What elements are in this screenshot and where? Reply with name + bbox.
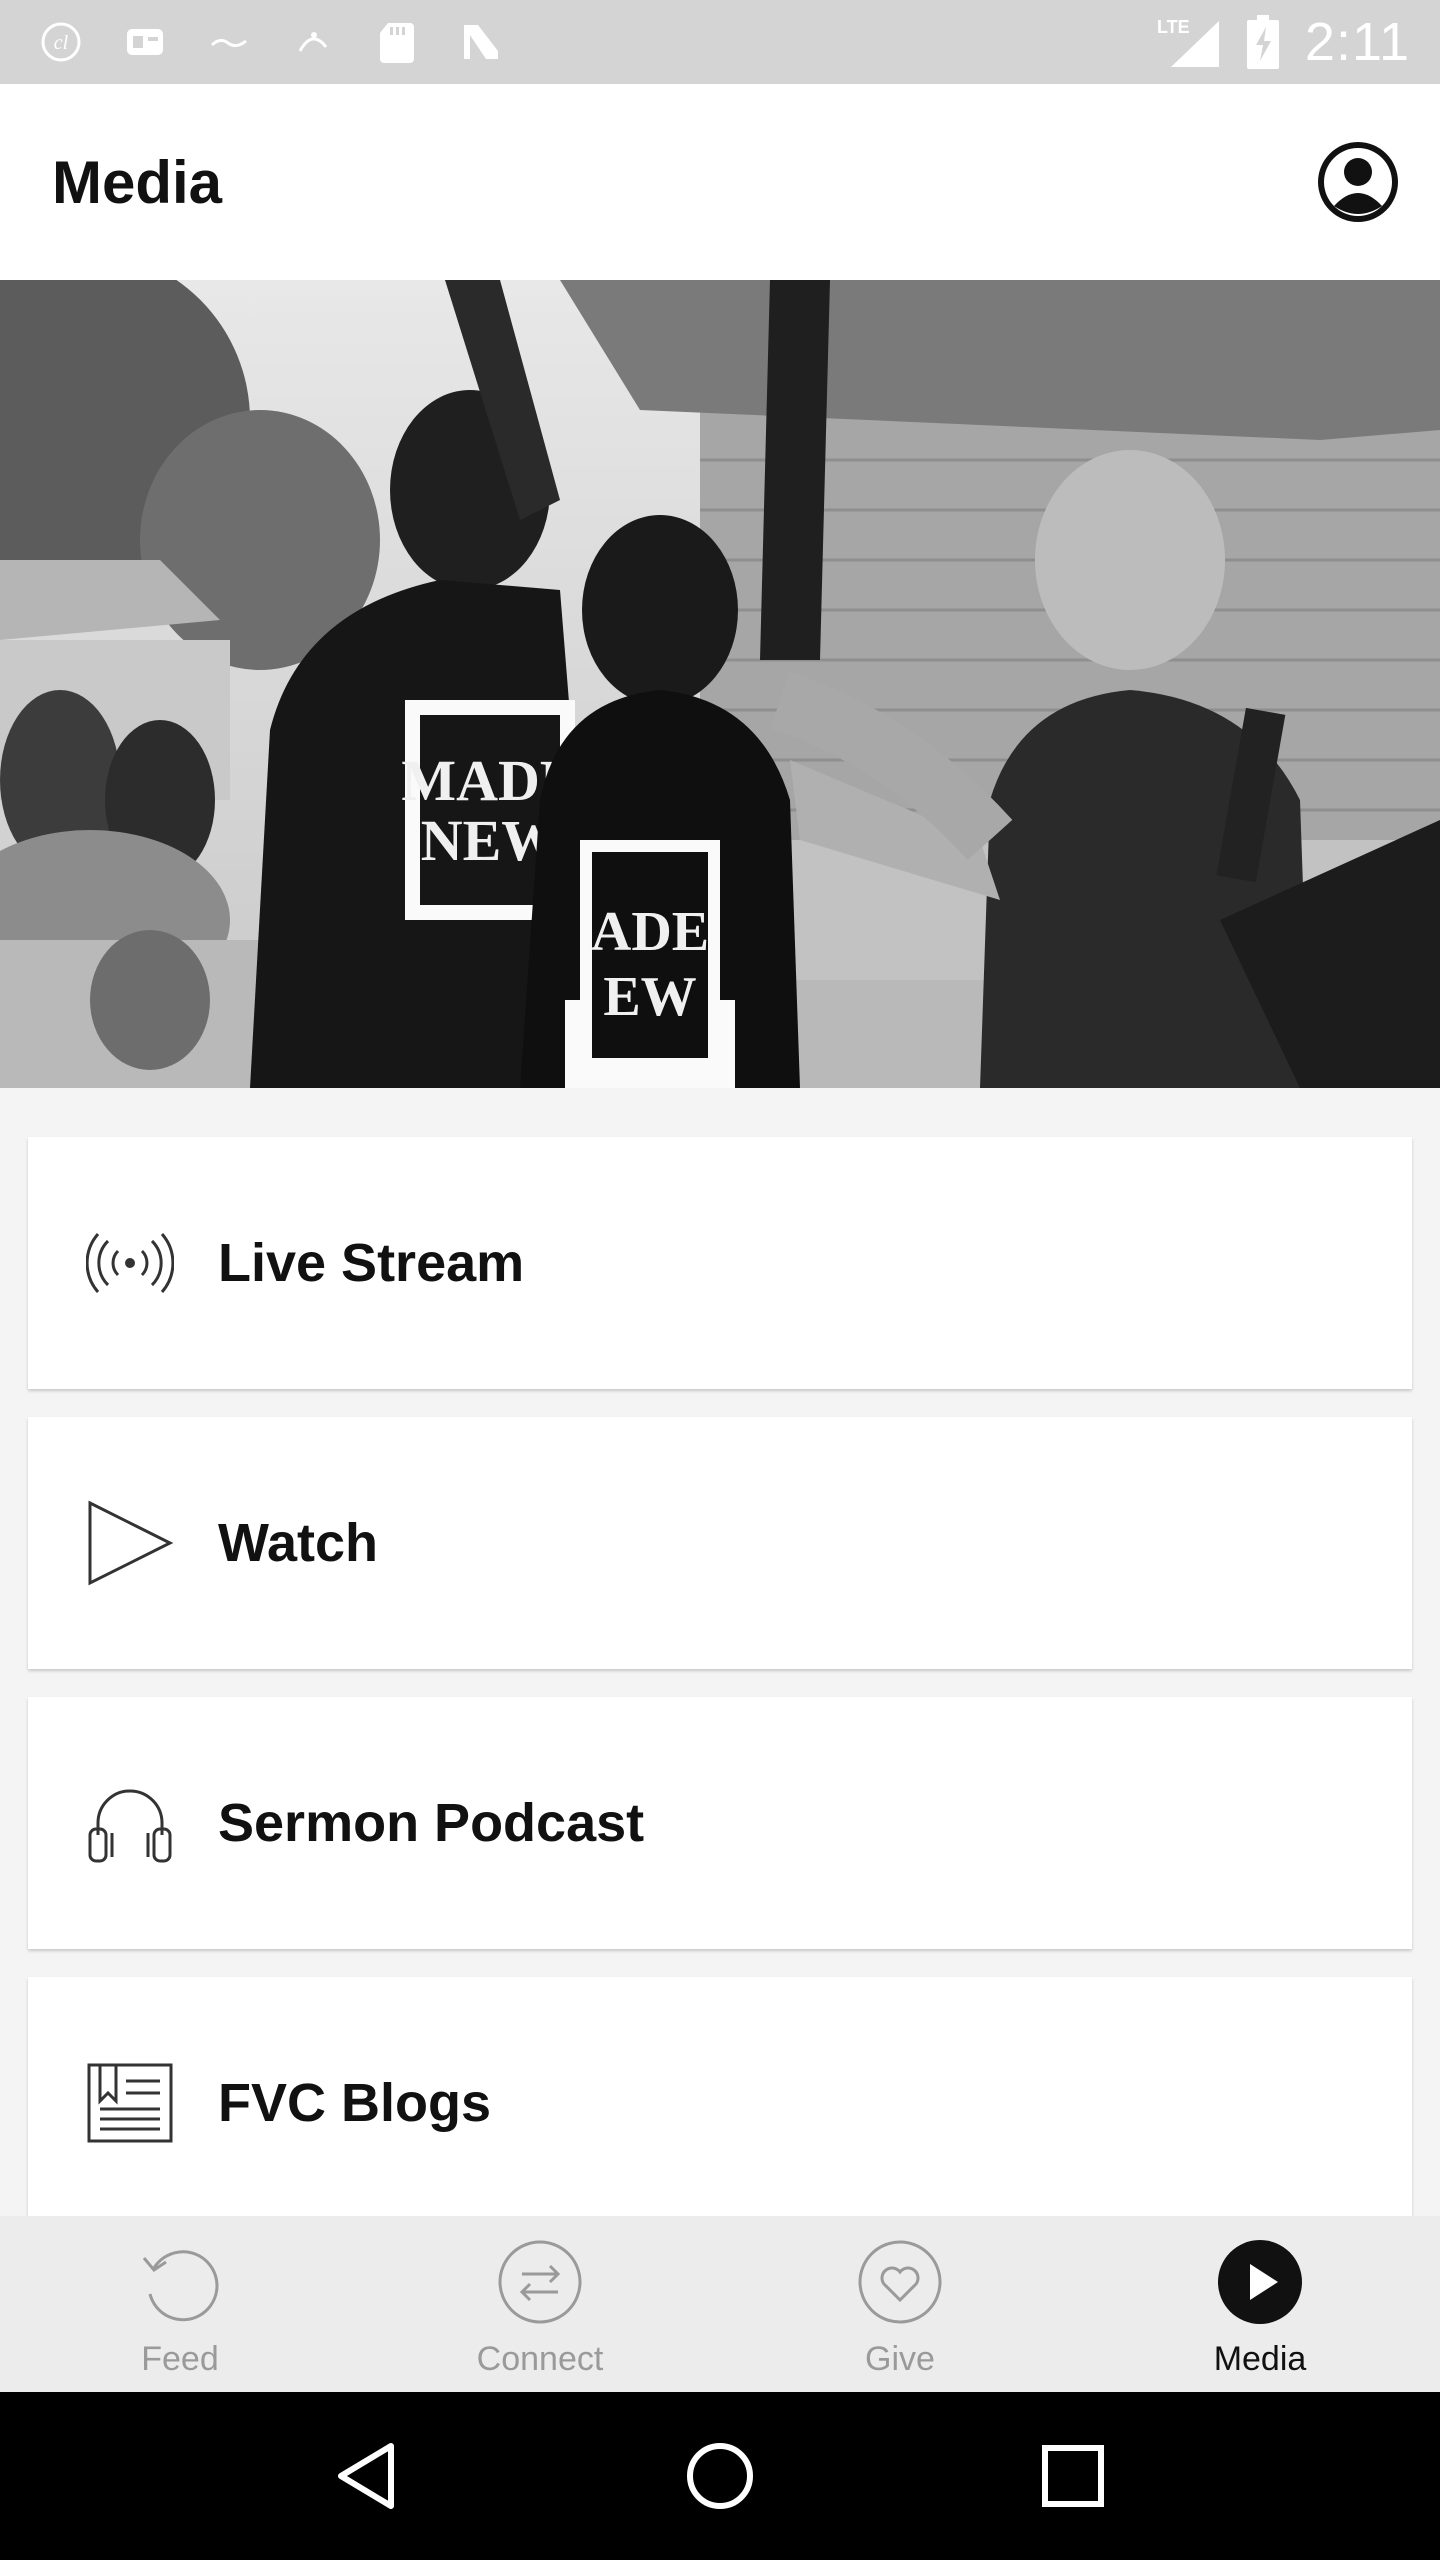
menu-item-label: Live Stream [218, 1233, 525, 1293]
recents-icon[interactable] [1033, 2436, 1113, 2516]
bottom-nav: Feed Connect Give Media [0, 2216, 1440, 2392]
menu-item-fvc-blogs[interactable]: FVC Blogs [28, 1977, 1412, 2229]
battery-charging-icon [1246, 15, 1279, 69]
system-status: LTE 2:11 [1157, 11, 1410, 73]
svg-text:LTE: LTE [1157, 17, 1190, 37]
menu-item-live-stream[interactable]: Live Stream [28, 1137, 1412, 1389]
menu-item-label: FVC Blogs [218, 2073, 492, 2133]
back-icon[interactable] [327, 2436, 407, 2516]
menu-item-label: Sermon Podcast [218, 1793, 645, 1853]
home-icon[interactable] [680, 2436, 760, 2516]
menu-item-sermon-podcast[interactable]: Sermon Podcast [28, 1697, 1412, 1949]
page-title: Media [52, 148, 223, 216]
profile-icon[interactable] [1316, 140, 1400, 224]
nav-label: Feed [141, 2340, 219, 2378]
app-notification-icon [208, 21, 250, 63]
system-nav-bar [0, 2392, 1440, 2560]
nav-item-connect[interactable]: Connect [360, 2216, 720, 2392]
svg-text:ADE: ADE [591, 901, 709, 963]
app-bar: Media [0, 84, 1440, 280]
headphones-icon [86, 1779, 174, 1867]
nav-item-give[interactable]: Give [720, 2216, 1080, 2392]
svg-text:EW: EW [603, 966, 696, 1028]
nav-item-feed[interactable]: Feed [0, 2216, 360, 2392]
nav-item-media[interactable]: Media [1080, 2216, 1440, 2392]
status-bar: cl LTE 2:11 [0, 0, 1440, 84]
feed-icon [142, 2250, 219, 2322]
connect-icon [498, 2240, 582, 2324]
hero-photo: MADE NEW ADE EW [0, 280, 1440, 1088]
broadcast-icon [86, 1219, 174, 1307]
menu-item-watch[interactable]: Watch [28, 1417, 1412, 1669]
sd-card-icon [376, 21, 418, 63]
game-notification-icon [124, 21, 166, 63]
menu-item-label: Watch [218, 1513, 378, 1573]
signal-icon: LTE [1157, 17, 1219, 67]
play-icon [86, 1499, 174, 1587]
give-icon [858, 2240, 942, 2324]
svg-text:cl: cl [54, 32, 69, 54]
nav-label: Connect [476, 2340, 604, 2378]
status-time: 2:11 [1304, 12, 1410, 72]
app-notification-icon: cl [40, 21, 82, 63]
nav-label: Media [1213, 2340, 1307, 2378]
notification-icons: cl [40, 21, 502, 63]
blog-icon [86, 2059, 174, 2147]
nav-label: Give [865, 2340, 935, 2378]
app-notification-icon [292, 21, 334, 63]
media-icon [1218, 2240, 1302, 2324]
n-notification-icon [460, 21, 502, 63]
